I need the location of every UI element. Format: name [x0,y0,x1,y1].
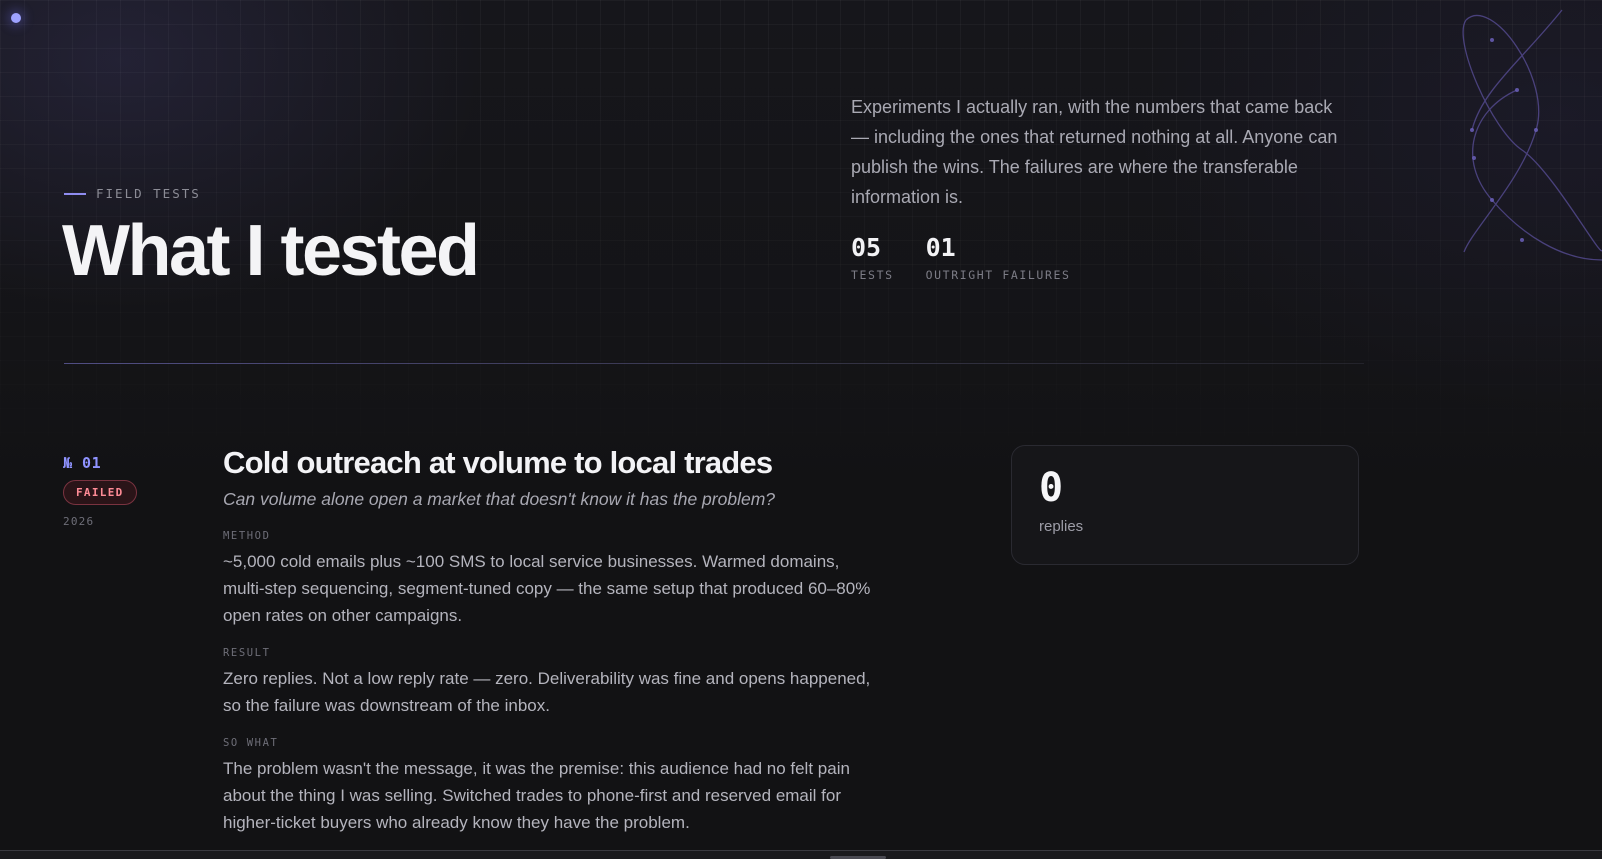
status-badge: FAILED [63,480,137,505]
bottom-scroll-bar [0,850,1602,859]
test-entry-body: Cold outreach at volume to local trades … [223,444,873,836]
stat-tests: 05 TESTS [851,234,894,282]
page-title: What I tested [62,211,480,291]
eyebrow-label: FIELD TESTS [96,186,201,201]
method-label: METHOD [223,529,271,542]
stat-value: 01 [925,233,956,262]
intro-paragraph: Experiments I actually ran, with the num… [851,97,1338,207]
stat-label: OUTRIGHT FAILURES [925,267,1071,282]
metric-card: 0 replies [1011,445,1359,565]
stat-value: 05 [851,233,882,262]
result-text: Zero replies. Not a low reply rate — zer… [223,668,871,715]
stat-failures: 01 OUTRIGHT FAILURES [926,234,1071,282]
orbit-decoration-icon [1462,9,1602,261]
test-entry-meta: № 01 FAILED 2026 [63,454,137,528]
stats-row: 05 TESTS 01 OUTRIGHT FAILURES [851,234,1071,282]
test-number: № 01 [63,454,102,472]
so-what-label: SO WHAT [223,736,279,749]
stat-label: TESTS [851,267,894,282]
so-what-text: The problem wasn't the message, it was t… [223,758,850,832]
section-divider [64,363,1364,364]
metric-value: 0 [1039,465,1064,511]
method-text: ~5,000 cold emails plus ~100 SMS to loca… [223,551,871,625]
page: FIELD TESTS What I tested Experiments I … [0,0,1602,859]
eyebrow-accent-line [64,192,86,195]
result-label: RESULT [223,646,271,659]
test-question: Can volume alone open a market that does… [223,489,776,510]
status-dot-icon [11,13,21,23]
metric-label: replies [1039,518,1084,535]
test-year: 2026 [63,515,95,528]
section-eyebrow: FIELD TESTS [64,186,201,201]
test-title: Cold outreach at volume to local trades [223,445,773,480]
